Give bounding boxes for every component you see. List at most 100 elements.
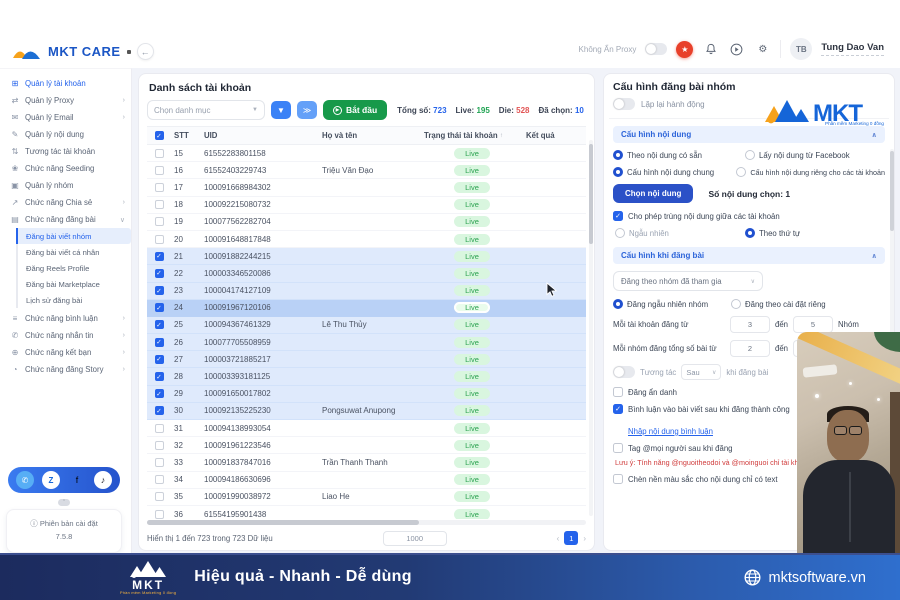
arrow-down-action-button[interactable]: ▼	[271, 101, 291, 119]
content-section-header[interactable]: Cấu hình nội dung ∧	[613, 126, 885, 143]
category-select[interactable]: Chọn danh mục ▼	[147, 100, 265, 120]
radio-random-order[interactable]: Ngẫu nhiên	[613, 228, 745, 238]
sidebar-subitem[interactable]: Đăng bài viết nhóm	[16, 228, 131, 244]
col-uid[interactable]: UID	[201, 131, 319, 140]
page-size-input[interactable]	[383, 531, 447, 546]
sidebar-subitem[interactable]: Đăng bài Marketplace	[18, 276, 131, 292]
radio-custom-setting[interactable]: Đăng theo cài đặt riêng	[731, 299, 826, 309]
user-name[interactable]: Tung Dao Van	[821, 42, 884, 56]
posting-section-header[interactable]: Cấu hình khi đăng bài ∧	[613, 247, 885, 264]
table-row[interactable]: 18100092215080732Live	[147, 197, 586, 214]
table-row[interactable]: 19100077562282704Live	[147, 214, 586, 231]
user-avatar[interactable]: TB	[790, 38, 812, 60]
sidebar-subitem[interactable]: Lịch sử đăng bài	[18, 292, 131, 308]
col-status[interactable]: Trạng thái tài khoản ↑	[421, 131, 523, 140]
row-checkbox[interactable]	[155, 475, 164, 484]
proxy-toggle[interactable]	[645, 43, 667, 55]
loop-toggle[interactable]	[613, 98, 635, 110]
horizontal-scrollbar[interactable]	[147, 520, 586, 525]
radio-random-group[interactable]: Đăng ngẫu nhiên nhóm	[613, 299, 731, 309]
table-row[interactable]: 21100091882244215Live	[147, 248, 586, 265]
table-row[interactable]: 22100003346520086Live	[147, 265, 586, 282]
sidebar-item-seeding[interactable]: ❀Chức năng Seeding	[0, 160, 131, 177]
interact-select[interactable]: Sau ∨	[681, 364, 721, 380]
table-row[interactable]: 34100094186630696Live	[147, 472, 586, 489]
row-checkbox[interactable]	[155, 320, 164, 329]
row-checkbox[interactable]	[155, 510, 164, 519]
table-row[interactable]: 31100094138993054Live	[147, 420, 586, 437]
sidebar-item-comment[interactable]: ≡Chức năng bình luận›	[0, 310, 131, 327]
per-account-to-input[interactable]: 5	[793, 316, 833, 333]
settings-gear-icon[interactable]: ⚙	[754, 41, 771, 58]
row-checkbox[interactable]	[155, 406, 164, 415]
row-checkbox[interactable]	[155, 269, 164, 278]
col-result[interactable]: Kết quả	[523, 131, 586, 140]
dup-content-checkbox[interactable]: Cho phép trùng nội dung giữa các tài kho…	[613, 211, 885, 221]
radio-sequential-order[interactable]: Theo thứ tự	[745, 228, 800, 238]
row-checkbox[interactable]	[155, 183, 164, 192]
sidebar-item-proxy[interactable]: ⇄Quản lý Proxy›	[0, 92, 131, 109]
row-checkbox[interactable]	[155, 235, 164, 244]
tiktok-icon[interactable]: ♪	[94, 471, 112, 489]
zalo-icon[interactable]: Z	[42, 471, 60, 489]
radio-separate-config[interactable]: Cấu hình nội dung riêng cho các tài khoả…	[736, 167, 885, 177]
row-checkbox[interactable]	[155, 338, 164, 347]
row-checkbox[interactable]	[155, 389, 164, 398]
radio-ready-content[interactable]: Theo nội dung có sẵn	[613, 150, 745, 160]
radio-common-config[interactable]: Cấu hình nội dung chung	[613, 167, 736, 177]
page-number-button[interactable]: 1	[564, 531, 578, 545]
per-group-from-input[interactable]: 2	[730, 340, 770, 357]
facebook-icon[interactable]: f	[68, 471, 86, 489]
support-icon[interactable]: ✆	[16, 471, 34, 489]
table-row[interactable]: 29100091650017802Live	[147, 386, 586, 403]
double-arrow-action-button[interactable]: ≫	[297, 101, 317, 119]
row-checkbox[interactable]	[155, 252, 164, 261]
sidebar-item-posting[interactable]: ▤Chức năng đăng bài∨	[0, 211, 131, 228]
row-checkbox[interactable]	[155, 441, 164, 450]
sidebar-item-friend[interactable]: ⊕Chức năng kết bạn›	[0, 344, 131, 361]
row-checkbox[interactable]	[155, 492, 164, 501]
start-button[interactable]: ▶ Bắt đầu	[323, 100, 387, 120]
next-page-button[interactable]: ›	[583, 534, 586, 543]
table-row[interactable]: 26100077705508959Live	[147, 334, 586, 351]
hot-badge-icon[interactable]: ★	[676, 41, 693, 58]
sidebar-item-message[interactable]: ✆Chức năng nhắn tin›	[0, 327, 131, 344]
sidebar-item-content[interactable]: ✎Quản lý nội dung	[0, 126, 131, 143]
sidebar-item-email[interactable]: ✉Quản lý Email›	[0, 109, 131, 126]
choose-content-button[interactable]: Chọn nội dung	[613, 184, 693, 203]
row-checkbox[interactable]	[155, 303, 164, 312]
table-row[interactable]: 35100091990038972Liao HeLive	[147, 489, 586, 506]
vertical-scrollbar[interactable]	[589, 140, 593, 516]
table-row[interactable]: 23100004174127109Live	[147, 283, 586, 300]
table-row[interactable]: 30100092135225230Pongsuwat AnupongLive	[147, 403, 586, 420]
table-row[interactable]: 27100003721885217Live	[147, 351, 586, 368]
sidebar-item-share[interactable]: ↗Chức năng Chia sẻ›	[0, 194, 131, 211]
row-checkbox[interactable]	[155, 424, 164, 433]
col-stt[interactable]: STT	[171, 131, 201, 140]
radio-facebook-content[interactable]: Lấy nội dung từ Facebook	[745, 150, 850, 160]
sidebar-item-interaction[interactable]: ⇅Tương tác tài khoản	[0, 143, 131, 160]
col-name[interactable]: Họ và tên	[319, 131, 421, 140]
row-checkbox[interactable]	[155, 458, 164, 467]
table-row[interactable]: 3661554195901438Live	[147, 506, 586, 519]
table-row[interactable]: 33100091837847016Trần Thanh ThanhLive	[147, 454, 586, 471]
table-row[interactable]: 1561552283801158Live	[147, 145, 586, 162]
sidebar-subitem[interactable]: Đăng bài viết cá nhân	[18, 244, 131, 260]
table-row[interactable]: 28100003393181125Live	[147, 368, 586, 385]
sidebar-subitem[interactable]: Đăng Reels Profile	[18, 260, 131, 276]
sidebar-item-story[interactable]: ◔Chức năng đăng Story›	[0, 361, 131, 378]
table-row[interactable]: 20100091648817848Live	[147, 231, 586, 248]
row-checkbox[interactable]	[155, 149, 164, 158]
interact-toggle[interactable]	[613, 366, 635, 378]
prev-page-button[interactable]: ‹	[557, 534, 560, 543]
table-row[interactable]: 24100091967120106Live	[147, 300, 586, 317]
table-row[interactable]: 1661552403229743Triệu Văn ĐạoLive	[147, 162, 586, 179]
per-account-from-input[interactable]: 3	[730, 316, 770, 333]
row-checkbox[interactable]	[155, 200, 164, 209]
select-all-checkbox[interactable]	[155, 131, 164, 140]
table-row[interactable]: 32100091961223546Live	[147, 437, 586, 454]
table-row[interactable]: 17100091668984302Live	[147, 179, 586, 196]
pill-handle[interactable]: ⌃	[58, 499, 70, 506]
row-checkbox[interactable]	[155, 355, 164, 364]
sidebar-item-accounts[interactable]: ⊞Quản lý tài khoản	[0, 75, 131, 92]
